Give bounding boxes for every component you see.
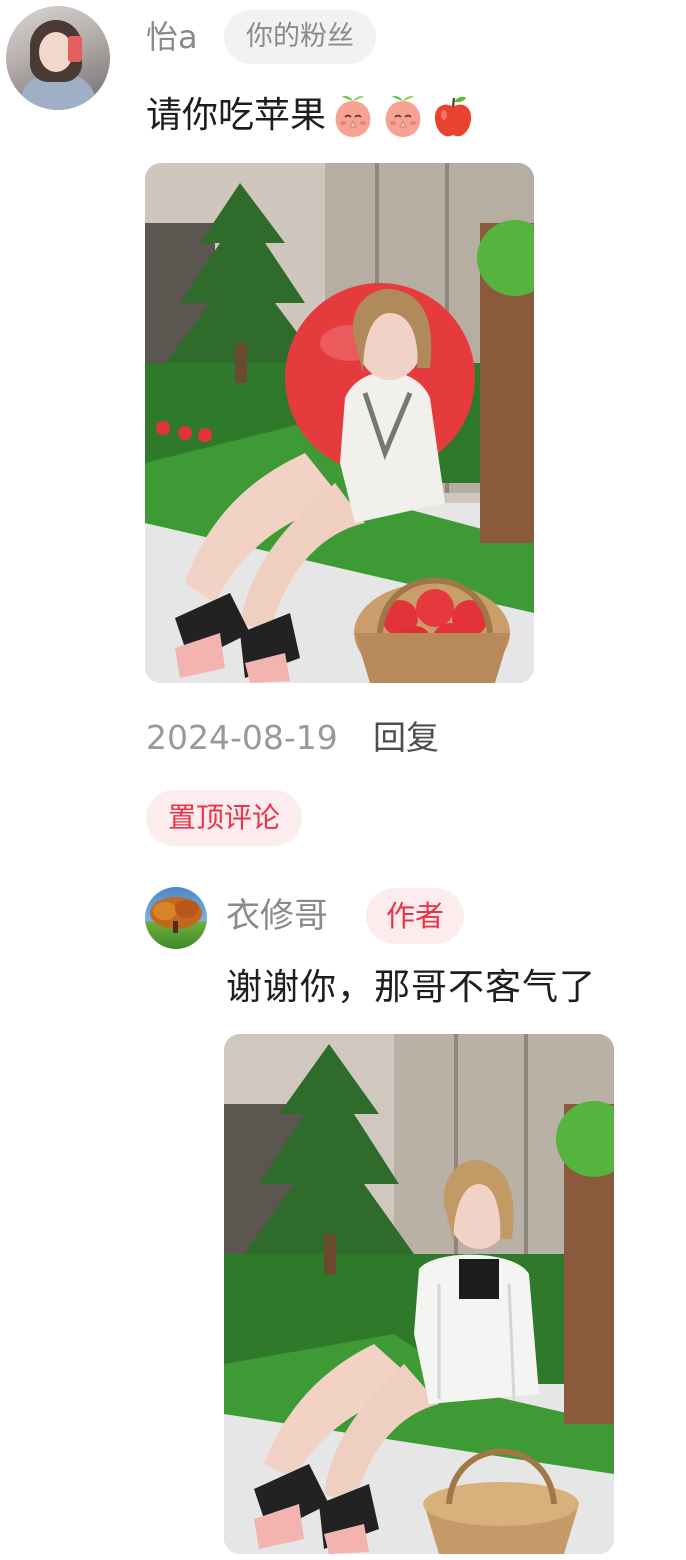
tree-avatar-image xyxy=(150,897,202,933)
comment-photo-image xyxy=(145,163,534,683)
avatar[interactable] xyxy=(6,6,110,110)
comment-text: 请你吃苹果 xyxy=(146,90,476,142)
apple-emoji-icon xyxy=(434,96,472,137)
fan-badge: 你的粉丝 xyxy=(224,10,376,64)
reply-username[interactable]: 衣修哥 xyxy=(226,892,328,940)
reply-avatar[interactable] xyxy=(145,887,207,949)
peach-pray-emoji-icon xyxy=(335,96,371,137)
commenter-username[interactable]: 怡a xyxy=(146,14,198,60)
reply-text: 谢谢你，那哥不客气了 xyxy=(226,967,597,1008)
reply-photo-image xyxy=(224,1034,614,1554)
pinned-comment-badge: 置顶评论 xyxy=(146,790,303,846)
comment-date: 2024-08-19 xyxy=(146,718,338,757)
comment-thread: 怡a 你的粉丝 请你吃苹果 2024-08-19 回复 置顶评论 衣修哥 作者 … xyxy=(0,0,686,1560)
peach-pray-emoji-icon xyxy=(385,96,421,137)
author-badge: 作者 xyxy=(366,888,465,944)
reply-button[interactable]: 回复 xyxy=(373,714,439,762)
comment-photo[interactable] xyxy=(145,163,534,683)
reply-photo[interactable] xyxy=(224,1034,614,1554)
comment-text-content: 请你吃苹果 xyxy=(146,95,327,136)
